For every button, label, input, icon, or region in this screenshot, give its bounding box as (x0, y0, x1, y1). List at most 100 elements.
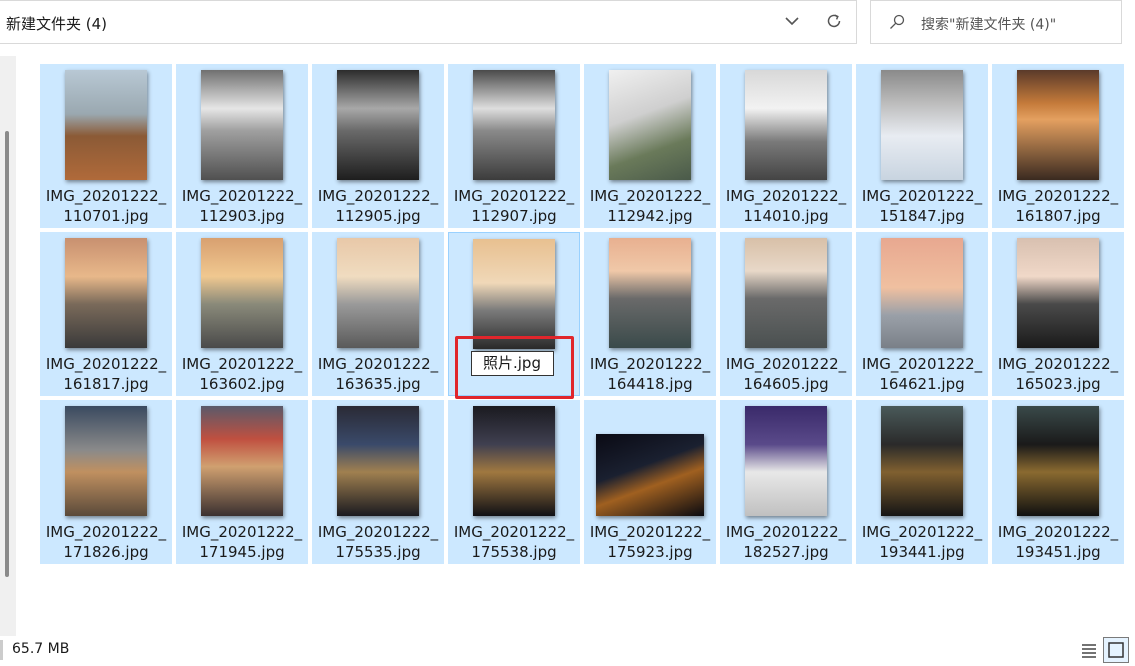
file-thumbnail (745, 238, 827, 348)
file-name-line1: IMG_20201222_ (861, 355, 983, 373)
file-name: IMG_20201222_ 171945.jpg (176, 522, 308, 562)
file-name-line1: IMG_20201222_ (453, 523, 575, 541)
file-name-line1: IMG_20201222_ (725, 355, 847, 373)
file-thumbnail (609, 70, 691, 180)
file-name-line2: 163602.jpg (199, 375, 285, 393)
file-name-line1: IMG_20201222_ (589, 187, 711, 205)
rename-highlight-box (455, 336, 574, 399)
file-name-line1: IMG_20201222_ (45, 187, 167, 205)
file-name-line2: 193441.jpg (879, 543, 965, 561)
file-item[interactable]: IMG_20201222_ 163635.jpg (312, 232, 444, 396)
file-name-line1: IMG_20201222_ (45, 355, 167, 373)
file-item[interactable]: IMG_20201222_ 171945.jpg (176, 400, 308, 564)
file-item[interactable]: IMG_20201222_ 112905.jpg (312, 64, 444, 228)
search-input[interactable]: 搜索"新建文件夹 (4)" (921, 14, 1056, 34)
file-name: IMG_20201222_ 161807.jpg (992, 186, 1124, 226)
file-name-line1: IMG_20201222_ (181, 523, 303, 541)
file-name-line2: 164418.jpg (607, 375, 693, 393)
file-item[interactable]: IMG_20201222_ 164418.jpg (584, 232, 716, 396)
file-item[interactable]: IMG_20201222_ 164605.jpg (720, 232, 852, 396)
status-size: 65.7 MB (12, 641, 70, 657)
search-box[interactable]: 搜索"新建文件夹 (4)" (870, 0, 1122, 44)
file-thumbnail (201, 406, 283, 516)
file-item[interactable]: IMG_20201222_ 151847.jpg (856, 64, 988, 228)
file-name-line1: IMG_20201222_ (317, 187, 439, 205)
refresh-icon[interactable] (825, 12, 843, 30)
file-name-line2: 161817.jpg (63, 375, 149, 393)
address-path[interactable]: 新建文件夹 (4) (6, 13, 107, 34)
file-name-line1: IMG_20201222_ (589, 523, 711, 541)
file-name: IMG_20201222_ 175535.jpg (312, 522, 444, 562)
file-name: IMG_20201222_ 151847.jpg (856, 186, 988, 226)
file-item[interactable]: IMG_20201222_ 161807.jpg (992, 64, 1124, 228)
file-name-line1: IMG_20201222_ (861, 523, 983, 541)
file-thumbnail (65, 70, 147, 180)
file-item[interactable]: IMG_20201222_ 175923.jpg (584, 400, 716, 564)
file-name: IMG_20201222_ 163635.jpg (312, 354, 444, 394)
file-item[interactable]: IMG_20201222_ 161817.jpg (40, 232, 172, 396)
file-name-line2: 112905.jpg (335, 207, 421, 225)
file-name: IMG_20201222_ 164621.jpg (856, 354, 988, 394)
file-thumbnail (1017, 238, 1099, 348)
file-name: IMG_20201222_ 171826.jpg (40, 522, 172, 562)
file-name-line2: 163635.jpg (335, 375, 421, 393)
file-name-line1: IMG_20201222_ (181, 355, 303, 373)
file-item[interactable]: IMG_20201222_ 112907.jpg (448, 64, 580, 228)
file-name-line1: IMG_20201222_ (861, 187, 983, 205)
file-thumbnail (881, 70, 963, 180)
file-item[interactable]: IMG_20201222_ 171826.jpg (40, 400, 172, 564)
file-item[interactable]: IMG_20201222_ 164621.jpg (856, 232, 988, 396)
file-name-line2: 165023.jpg (1015, 375, 1101, 393)
file-name-line2: 112907.jpg (471, 207, 557, 225)
chevron-down-icon[interactable] (783, 12, 801, 30)
large-icons-view-button[interactable] (1103, 637, 1129, 663)
file-item[interactable]: IMG_20201222_ 112942.jpg (584, 64, 716, 228)
file-name-line2: 112903.jpg (199, 207, 285, 225)
file-item[interactable]: IMG_20201222_ 165023.jpg (992, 232, 1124, 396)
file-name-line2: 175538.jpg (471, 543, 557, 561)
file-name: IMG_20201222_ 193441.jpg (856, 522, 988, 562)
file-name-line2: 151847.jpg (879, 207, 965, 225)
file-item[interactable]: IMG_20201222_ 193451.jpg (992, 400, 1124, 564)
file-item[interactable]: IMG_20201222_ 175535.jpg (312, 400, 444, 564)
file-name-line1: IMG_20201222_ (725, 187, 847, 205)
file-thumbnail (881, 238, 963, 348)
large-icons-view-icon (1108, 642, 1124, 658)
file-item[interactable]: IMG_20201222_ 175538.jpg (448, 400, 580, 564)
status-divider (0, 640, 3, 660)
file-name-line1: IMG_20201222_ (997, 187, 1119, 205)
file-thumbnail (745, 70, 827, 180)
file-thumbnail (201, 70, 283, 180)
scrollbar-thumb[interactable] (5, 131, 9, 577)
file-name-line2: 164621.jpg (879, 375, 965, 393)
file-name-line2: 175923.jpg (607, 543, 693, 561)
vertical-scrollbar[interactable] (0, 56, 16, 636)
file-item[interactable]: IMG_20201222_ 112903.jpg (176, 64, 308, 228)
file-name-line2: 161807.jpg (1015, 207, 1101, 225)
file-name-line2: 114010.jpg (743, 207, 829, 225)
details-view-icon[interactable] (1078, 639, 1100, 661)
file-thumbnail (337, 238, 419, 348)
file-item[interactable]: IMG_20201222_ 193441.jpg (856, 400, 988, 564)
file-thumbnail (473, 70, 555, 180)
file-name: IMG_20201222_ 193451.jpg (992, 522, 1124, 562)
file-item[interactable]: IMG_20201222_ 163602.jpg (176, 232, 308, 396)
file-name: IMG_20201222_ 164418.jpg (584, 354, 716, 394)
file-name-line1: IMG_20201222_ (453, 187, 575, 205)
file-item[interactable]: IMG_20201222_ 114010.jpg (720, 64, 852, 228)
file-name-line1: IMG_20201222_ (589, 355, 711, 373)
file-name-line2: 110701.jpg (63, 207, 149, 225)
file-name: IMG_20201222_ 175923.jpg (584, 522, 716, 562)
file-thumbnail (473, 239, 555, 349)
file-item[interactable]: IMG_20201222_ 182527.jpg (720, 400, 852, 564)
address-bar[interactable]: 新建文件夹 (4) (0, 0, 857, 44)
file-thumbnail (65, 238, 147, 348)
file-thumbnail (609, 238, 691, 348)
file-name: IMG_20201222_ 163602.jpg (176, 354, 308, 394)
file-thumbnail (1017, 70, 1099, 180)
file-thumbnail (745, 406, 827, 516)
file-name: IMG_20201222_ 182527.jpg (720, 522, 852, 562)
file-item[interactable]: IMG_20201222_ 110701.jpg (40, 64, 172, 228)
file-name-line2: 175535.jpg (335, 543, 421, 561)
file-thumbnail (337, 406, 419, 516)
